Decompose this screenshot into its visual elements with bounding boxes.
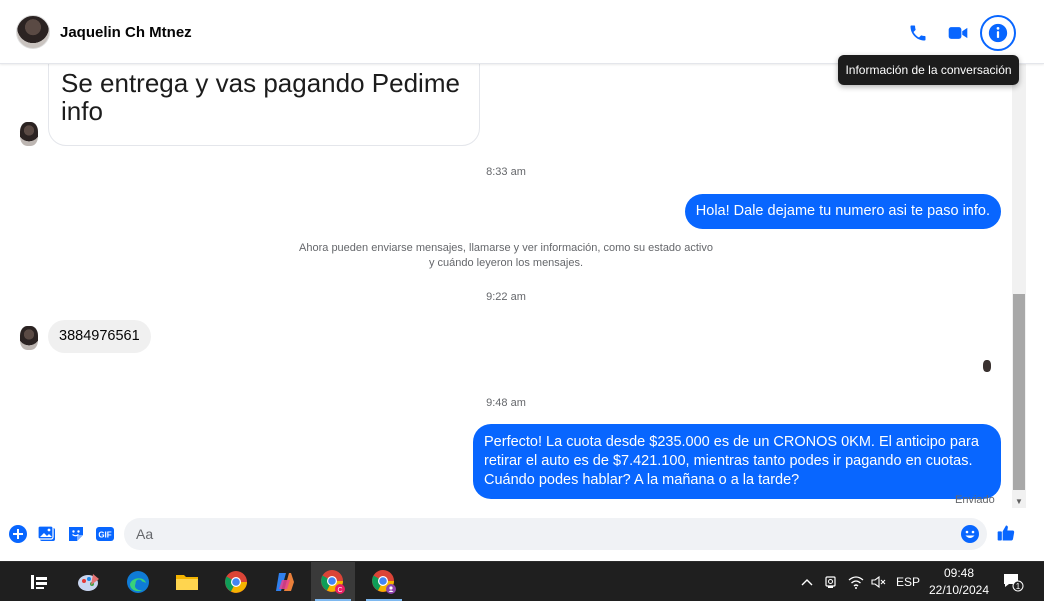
previous-message-bubble[interactable]: Se entrega y vas pagando Pedime info xyxy=(48,64,480,146)
tray-wifi[interactable] xyxy=(846,562,866,601)
video-camera-icon xyxy=(948,27,968,39)
webcam-icon xyxy=(825,576,836,588)
taskbar-app-chrome-profile[interactable]: C xyxy=(311,562,355,601)
video-call-button[interactable] xyxy=(942,17,974,49)
system-notice: Ahora pueden enviarse mensajes, llamarse… xyxy=(290,241,722,271)
image-icon xyxy=(37,525,55,541)
wifi-icon xyxy=(848,576,864,589)
contact-avatar-small[interactable] xyxy=(20,326,38,350)
conversation-info-button[interactable] xyxy=(980,15,1016,51)
sticker-icon xyxy=(69,527,83,541)
notification-icon: 1 xyxy=(1004,574,1024,592)
message-composer: GIF xyxy=(0,510,1044,558)
taskbar-clock[interactable]: 09:48 22/10/2024 xyxy=(922,565,996,599)
emoji-button[interactable] xyxy=(960,524,980,544)
attach-media-button[interactable] xyxy=(37,524,57,544)
plus-circle-icon xyxy=(9,525,27,543)
call-button[interactable] xyxy=(902,17,934,49)
edge-browser-icon xyxy=(127,571,149,593)
info-icon xyxy=(988,23,1008,43)
scroll-down-arrow-icon[interactable]: ▼ xyxy=(1012,494,1026,508)
gif-label: GIF xyxy=(98,531,111,540)
chevron-up-icon xyxy=(801,579,813,586)
task-view-icon xyxy=(31,575,47,589)
phone-icon xyxy=(910,25,926,41)
notification-count: 1 xyxy=(1016,582,1021,591)
tray-meet-now[interactable] xyxy=(822,562,840,601)
paint-app-icon xyxy=(78,574,99,591)
read-receipt-avatar xyxy=(983,360,991,372)
like-button[interactable] xyxy=(996,523,1016,543)
message-input[interactable] xyxy=(124,518,987,550)
show-hidden-icons-button[interactable] xyxy=(798,562,816,601)
timestamp: 9:48 am xyxy=(486,397,526,409)
more-actions-button[interactable] xyxy=(8,524,28,544)
tray-language[interactable]: ESP xyxy=(895,562,921,601)
emoji-icon xyxy=(961,525,979,543)
taskbar-app-file-explorer[interactable] xyxy=(165,562,209,601)
timestamp: 9:22 am xyxy=(486,291,526,303)
sticker-button[interactable] xyxy=(66,524,86,544)
notification-center-button[interactable]: 1 xyxy=(1000,562,1026,601)
message-thread[interactable]: Se entrega y vas pagando Pedime info 8:3… xyxy=(0,64,1012,510)
gif-button[interactable]: GIF xyxy=(95,524,115,544)
task-view-button[interactable] xyxy=(17,562,61,601)
scrollbar-thumb[interactable] xyxy=(1013,294,1025,490)
chrome-icon xyxy=(225,571,247,593)
volume-muted-icon xyxy=(871,575,886,589)
clock-date: 22/10/2024 xyxy=(928,583,990,597)
timestamp: 8:33 am xyxy=(486,166,526,178)
message-status: Enviado xyxy=(955,494,995,506)
contact-name[interactable]: Jaquelin Ch Mtnez xyxy=(60,24,192,41)
contact-avatar-small[interactable] xyxy=(20,122,38,146)
clock-time: 09:48 xyxy=(943,566,975,580)
taskbar-running-indicator xyxy=(362,562,406,601)
info-tooltip: Información de la conversación xyxy=(838,55,1019,85)
previous-message-line-1: Se entrega y vas pagando Pedime xyxy=(61,68,460,98)
previous-message-line-2: info xyxy=(61,96,103,126)
taskbar-app-paint[interactable] xyxy=(67,562,111,601)
svg-text:C: C xyxy=(337,587,342,594)
folder-icon xyxy=(176,575,198,590)
outgoing-message[interactable]: Perfecto! La cuota desde $235.000 es de … xyxy=(473,424,1001,499)
contact-avatar[interactable] xyxy=(16,15,50,49)
outgoing-message[interactable]: Hola! Dale dejame tu numero asi te paso … xyxy=(684,194,1001,229)
thumbs-up-icon xyxy=(997,525,1015,541)
system-notice-line-2: y cuándo leyeron los mensajes. xyxy=(428,257,584,269)
copilot-icon xyxy=(276,573,294,591)
gif-icon: GIF xyxy=(96,527,114,541)
system-notice-line-1: Ahora pueden enviarse mensajes, llamarse… xyxy=(299,242,713,254)
taskbar-app-chrome[interactable] xyxy=(214,562,258,601)
windows-taskbar: C ESP 09:48 22/10/2024 1 xyxy=(0,561,1044,601)
taskbar-app-edge[interactable] xyxy=(116,562,160,601)
chrome-profile-icon: C xyxy=(321,570,345,594)
taskbar-app-copilot[interactable] xyxy=(263,562,307,601)
thread-scrollbar[interactable]: ▼ xyxy=(1012,64,1026,508)
incoming-message[interactable]: 3884976561 xyxy=(48,320,151,353)
tray-volume[interactable] xyxy=(870,562,888,601)
